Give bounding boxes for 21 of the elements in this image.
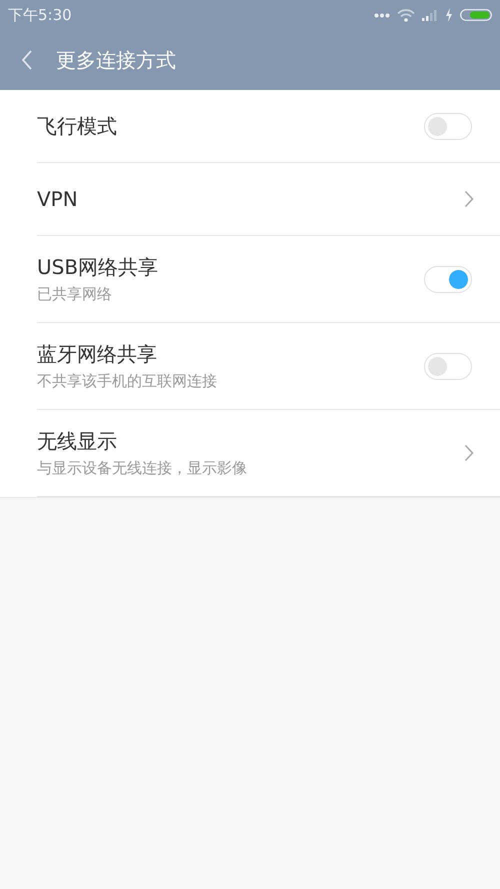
chevron-right-icon [464, 190, 474, 208]
charging-icon [445, 8, 453, 22]
wifi-icon [397, 8, 415, 22]
toggle-switch[interactable] [424, 112, 472, 140]
setting-title: USB网络共享 [37, 254, 160, 281]
setting-description: 已共享网络 [37, 285, 113, 304]
setting-description: 不共享该手机的互联网连接 [37, 372, 218, 391]
setting-title: 蓝牙网络共享 [37, 341, 158, 368]
status-time: 下午5:30 [8, 6, 72, 24]
setting-title: 飞行模式 [37, 112, 118, 140]
more-dots-icon [374, 12, 390, 18]
setting-title: VPN [37, 187, 79, 211]
battery-icon [460, 9, 492, 21]
setting-title: 无线显示 [37, 428, 118, 455]
chevron-right-icon [464, 444, 474, 462]
signal-icon [422, 9, 438, 21]
settings-row[interactable]: 无线显示 与显示设备无线连接，显示影像 [37, 410, 500, 497]
toggle-switch[interactable] [424, 352, 472, 380]
setting-description: 与显示设备无线连接，显示影像 [37, 459, 248, 478]
page-title: 更多连接方式 [56, 46, 176, 74]
toggle-switch[interactable] [424, 266, 472, 292]
